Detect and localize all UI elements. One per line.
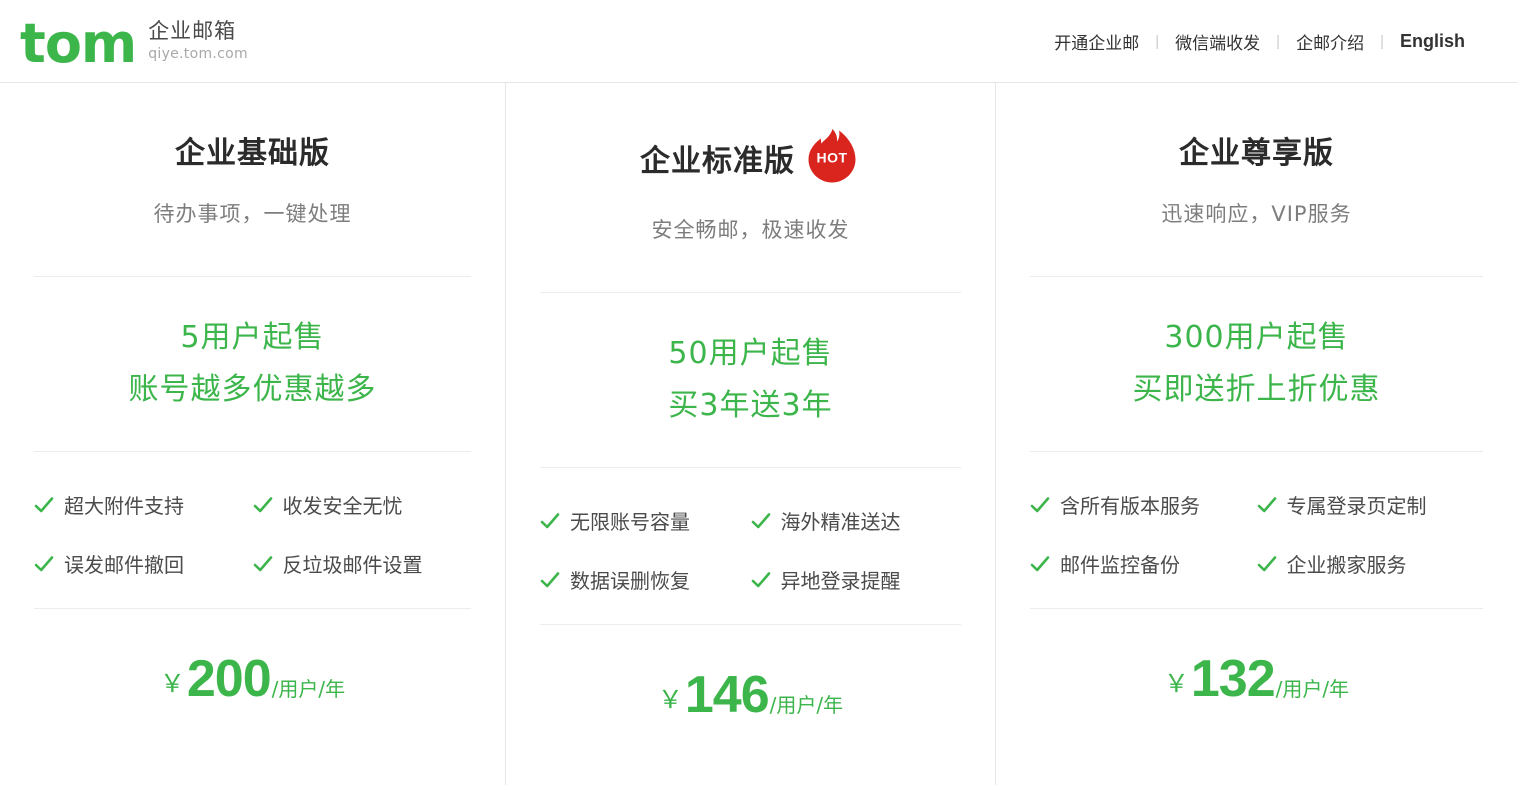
price-amount: 200 [186, 650, 272, 709]
nav-link-wechat-mail[interactable]: 微信端收发 [1159, 29, 1276, 54]
feature-item: 企业搬家服务 [1257, 549, 1484, 578]
plan-title: 企业尊享版 [1179, 136, 1334, 171]
feature-item: 超大附件支持 [34, 490, 253, 519]
feature-item: 收发安全无忧 [253, 490, 472, 519]
tom-logo: tom [20, 11, 137, 75]
feature-label: 误发邮件撤回 [64, 553, 184, 578]
price-unit: /用户/年 [271, 677, 346, 702]
check-icon [253, 554, 273, 574]
brand-chinese-name: 企业邮箱 [148, 19, 237, 44]
feature-label: 海外精准送达 [780, 510, 901, 535]
top-navigation: 开通企业邮 | 微信端收发 | 企邮介绍 | English [1038, 29, 1465, 54]
promo-line-2: 账号越多优惠越多 [128, 371, 377, 407]
feature-label: 含所有版本服务 [1060, 494, 1200, 519]
price-amount: 146 [684, 666, 770, 725]
check-icon [540, 570, 560, 590]
check-icon [34, 554, 54, 574]
feature-item: 误发邮件撤回 [34, 549, 253, 578]
plan-subtitle: 迅速响应，VIP服务 [1161, 202, 1352, 226]
plan-title: 企业标准版 [640, 144, 795, 179]
plan-price: ￥ 146 /用户/年 [540, 625, 961, 721]
check-icon [1030, 495, 1050, 515]
plan-subtitle: 安全畅邮，极速收发 [651, 218, 850, 242]
check-icon [751, 570, 771, 590]
check-icon [751, 511, 771, 531]
feature-label: 数据误删恢复 [570, 569, 690, 594]
currency-symbol: ￥ [1163, 670, 1189, 699]
check-icon [253, 495, 273, 515]
nav-link-english[interactable]: English [1384, 31, 1465, 52]
plan-price: ￥ 132 /用户/年 [1030, 609, 1483, 705]
feature-item: 无限账号容量 [540, 506, 751, 535]
feature-item: 海外精准送达 [751, 506, 962, 535]
plan-title-row: 企业尊享版 [1030, 139, 1483, 169]
feature-item: 反垃圾邮件设置 [253, 549, 472, 578]
currency-symbol: ￥ [159, 670, 185, 699]
plan-card-premium[interactable]: 企业尊享版 迅速响应，VIP服务 300用户起售 买即送折上折优惠 含所有版本服… [996, 83, 1517, 785]
brand-logo-group[interactable]: tom 企业邮箱 qiye.tom.com [12, 11, 248, 75]
plan-title: 企业基础版 [175, 136, 330, 171]
check-icon [540, 511, 560, 531]
price-amount: 132 [1190, 650, 1276, 709]
feature-item: 专属登录页定制 [1257, 490, 1484, 519]
check-icon [1030, 554, 1050, 574]
plan-feature-list: 无限账号容量 海外精准送达 数据误删恢复 异地登录提醒 [540, 468, 961, 624]
plan-feature-list: 超大附件支持 收发安全无忧 误发邮件撤回 反垃圾邮件设置 [34, 452, 471, 608]
feature-label: 异地登录提醒 [780, 569, 901, 594]
plan-card-basic[interactable]: 企业基础版 待办事项，一键处理 5用户起售 账号越多优惠越多 超大附件支持 收发… [0, 83, 506, 785]
check-icon [1257, 554, 1277, 574]
nav-link-open-enterprise-mail[interactable]: 开通企业邮 [1038, 29, 1155, 54]
promo-line-1: 50用户起售 [668, 336, 833, 371]
feature-label: 专属登录页定制 [1286, 494, 1427, 519]
promo-line-1: 5用户起售 [180, 320, 325, 355]
pricing-plans-row: 企业基础版 待办事项，一键处理 5用户起售 账号越多优惠越多 超大附件支持 收发… [0, 82, 1517, 785]
price-unit: /用户/年 [1275, 677, 1350, 702]
plan-title-row: 企业基础版 [34, 139, 471, 169]
plan-promo: 5用户起售 账号越多优惠越多 [34, 277, 471, 451]
brand-url: qiye.tom.com [148, 45, 248, 62]
plan-promo: 50用户起售 买3年送3年 [540, 293, 961, 467]
feature-label: 反垃圾邮件设置 [282, 553, 423, 578]
hot-badge: HOT [803, 127, 861, 185]
feature-item: 邮件监控备份 [1030, 549, 1257, 578]
feature-label: 邮件监控备份 [1060, 553, 1180, 578]
feature-item: 异地登录提醒 [751, 565, 962, 594]
hot-badge-label: HOT [816, 149, 848, 166]
promo-line-2: 买3年送3年 [668, 387, 833, 423]
price-unit: /用户/年 [769, 693, 844, 718]
brand-text-group: 企业邮箱 qiye.tom.com [148, 19, 248, 65]
promo-line-2: 买即送折上折优惠 [1132, 371, 1381, 407]
plan-price: ￥ 200 /用户/年 [34, 609, 471, 705]
nav-link-intro[interactable]: 企邮介绍 [1280, 29, 1380, 54]
plan-feature-list: 含所有版本服务 专属登录页定制 邮件监控备份 企业搬家服务 [1030, 452, 1483, 608]
plan-card-standard[interactable]: 企业标准版 HOT 安全畅邮，极速收发 50用户起售 买3年送3年 无限账号容量… [506, 83, 996, 785]
site-header: tom 企业邮箱 qiye.tom.com 开通企业邮 | 微信端收发 | 企邮… [0, 0, 1517, 82]
plan-promo: 300用户起售 买即送折上折优惠 [1030, 277, 1483, 451]
currency-symbol: ￥ [657, 686, 683, 715]
feature-label: 超大附件支持 [64, 494, 184, 519]
promo-line-1: 300用户起售 [1164, 320, 1349, 355]
plan-subtitle: 待办事项，一键处理 [153, 202, 352, 226]
feature-label: 企业搬家服务 [1286, 553, 1407, 578]
feature-item: 含所有版本服务 [1030, 490, 1257, 519]
check-icon [1257, 495, 1277, 515]
plan-title-row: 企业标准版 HOT [540, 129, 961, 185]
check-icon [34, 495, 54, 515]
feature-item: 数据误删恢复 [540, 565, 751, 594]
feature-label: 收发安全无忧 [282, 494, 403, 519]
feature-label: 无限账号容量 [570, 510, 690, 535]
